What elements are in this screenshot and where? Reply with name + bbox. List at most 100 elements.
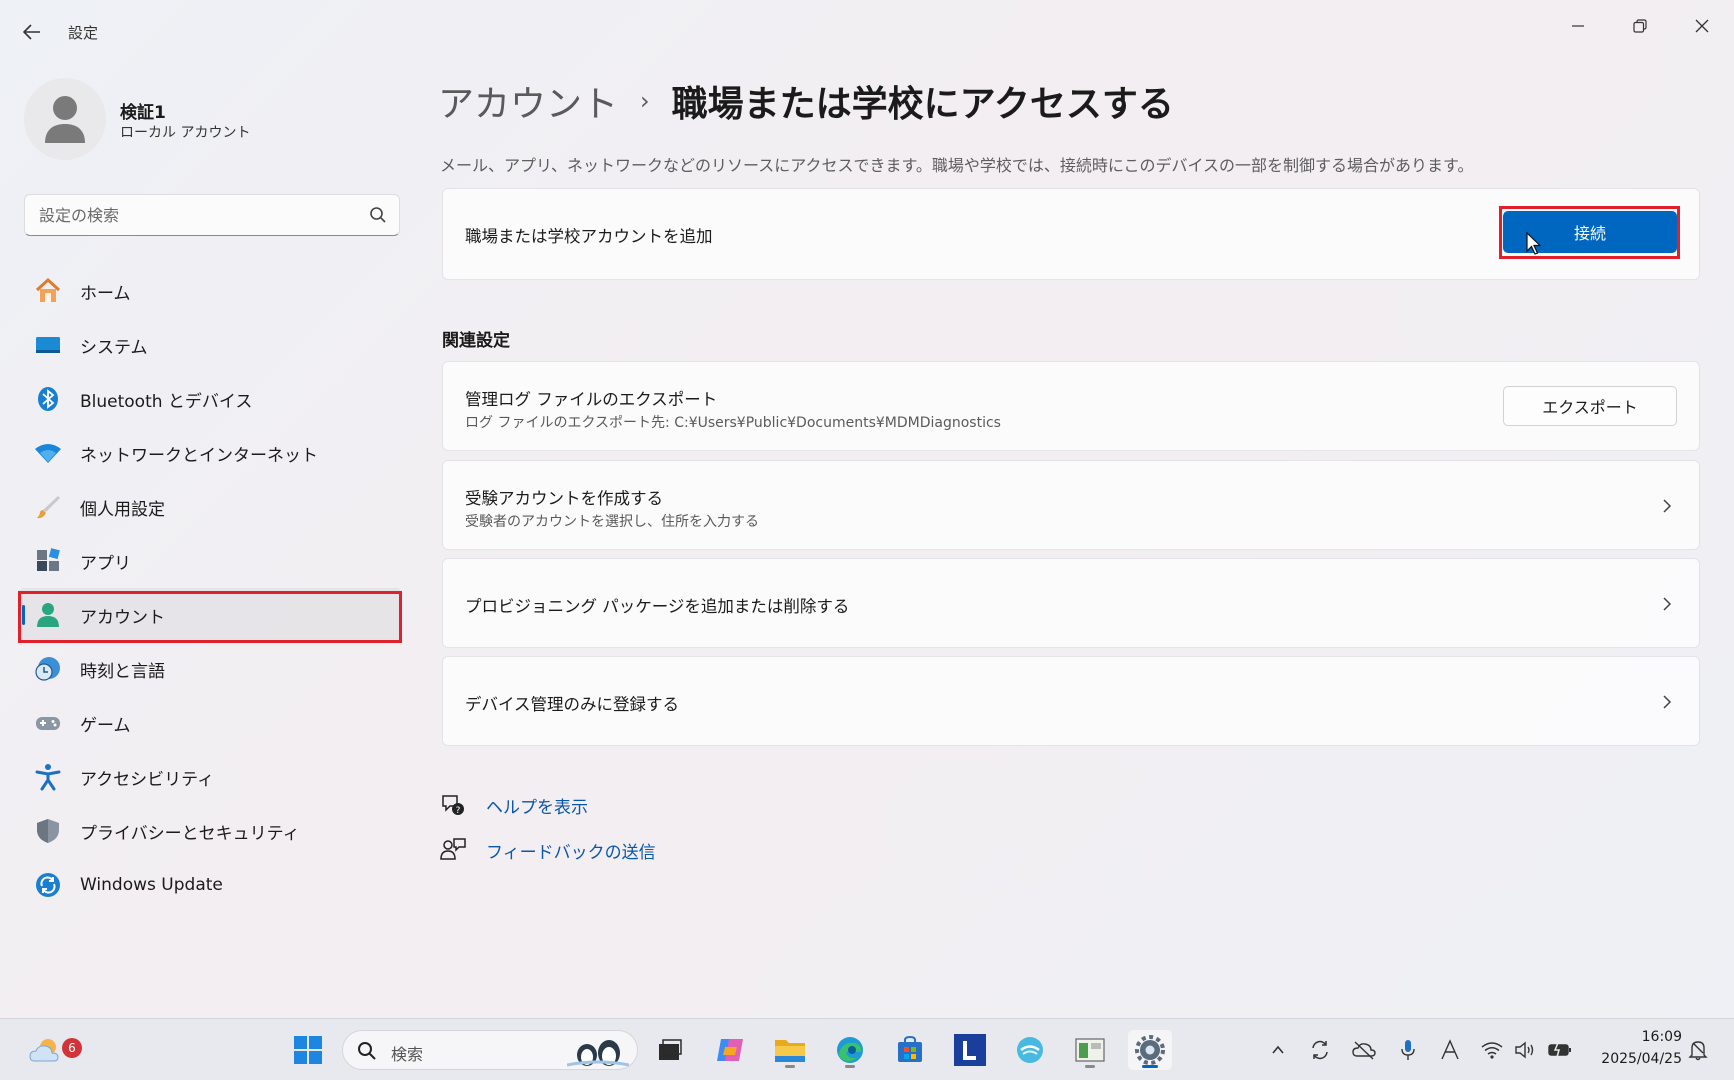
notification-bell-icon <box>1688 1041 1708 1061</box>
sidebar-item-network[interactable]: ネットワークとインターネット <box>18 426 402 480</box>
sidebar-item-windows-update[interactable]: Windows Update <box>18 858 402 912</box>
minimize-button[interactable] <box>1554 8 1602 44</box>
onedrive-tray-button[interactable] <box>1352 1038 1376 1062</box>
microphone-tray-button[interactable] <box>1396 1038 1420 1062</box>
apps-icon <box>34 547 62 575</box>
search-icon[interactable] <box>369 206 387 224</box>
help-link-label[interactable]: ヘルプを表示 <box>486 793 588 818</box>
sidebar-item-label: アプリ <box>80 553 131 574</box>
speaker-icon <box>1515 1041 1534 1059</box>
accessibility-icon <box>34 763 62 791</box>
task-view-icon <box>659 1039 682 1060</box>
running-indicator <box>1085 1065 1095 1068</box>
sidebar-item-bluetooth[interactable]: Bluetooth とデバイス <box>18 372 402 426</box>
start-button[interactable] <box>288 1030 328 1070</box>
related-settings-heading: 関連設定 <box>442 331 510 351</box>
restore-button[interactable] <box>1616 8 1664 44</box>
copilot-button[interactable] <box>710 1030 750 1070</box>
sidebar-item-personalization[interactable]: 個人用設定 <box>18 480 402 534</box>
search-highlight-penguins-icon <box>567 1040 629 1067</box>
person-icon <box>34 601 62 629</box>
close-icon <box>1695 19 1709 33</box>
round-app-button[interactable] <box>1010 1030 1050 1070</box>
feedback-icon <box>440 838 466 860</box>
weather-cloud-icon <box>29 1039 59 1062</box>
sidebar-item-system[interactable]: システム <box>18 318 402 372</box>
user-profile[interactable]: 検証1 ローカル アカウント <box>24 78 384 160</box>
back-arrow-icon <box>23 24 40 40</box>
wifi-icon <box>34 439 62 467</box>
remote-window-icon <box>1075 1038 1105 1062</box>
l-app-button[interactable] <box>950 1030 990 1070</box>
sidebar-item-label: 時刻と言語 <box>80 661 165 682</box>
sidebar-item-accounts[interactable]: アカウント <box>18 588 402 642</box>
file-explorer-button[interactable] <box>770 1030 810 1070</box>
chevron-right-icon <box>1663 597 1672 611</box>
task-view-button[interactable] <box>650 1030 690 1070</box>
sidebar-item-accessibility[interactable]: アクセシビリティ <box>18 750 402 804</box>
person-avatar-icon <box>45 96 85 143</box>
sidebar-item-label: ネットワークとインターネット <box>80 445 318 466</box>
sidebar-item-label: ゲーム <box>80 715 131 736</box>
close-button[interactable] <box>1678 8 1726 44</box>
avatar <box>24 78 106 160</box>
folder-icon <box>775 1040 805 1062</box>
back-button[interactable] <box>18 18 46 46</box>
sidebar-item-label: 個人用設定 <box>80 499 165 520</box>
clock-time[interactable]: 16:09 <box>1642 1029 1682 1045</box>
chevron-up-icon <box>1272 1045 1284 1054</box>
device-management-title: デバイス管理のみに登録する <box>465 695 680 714</box>
help-link[interactable]: ? ヘルプを表示 <box>440 792 588 818</box>
show-hidden-icons-button[interactable] <box>1266 1038 1290 1062</box>
feedback-link-label[interactable]: フィードバックの送信 <box>486 838 656 863</box>
sidebar-item-label: Bluetooth とデバイス <box>80 391 253 412</box>
sidebar-item-apps[interactable]: アプリ <box>18 534 402 588</box>
network-tray-button[interactable] <box>1480 1038 1504 1062</box>
restore-icon <box>1633 19 1647 33</box>
input-indicator-button[interactable] <box>1438 1038 1462 1062</box>
sync-tray-button[interactable] <box>1308 1038 1332 1062</box>
taskbar-search[interactable]: 検索 <box>342 1030 638 1070</box>
battery-tray-button[interactable] <box>1548 1038 1572 1062</box>
add-account-card: 職場または学校アカウントを追加 接続 <box>442 188 1700 280</box>
help-icon: ? <box>442 795 464 816</box>
settings-search[interactable] <box>24 194 400 236</box>
system-icon <box>34 331 62 359</box>
sidebar-item-gaming[interactable]: ゲーム <box>18 696 402 750</box>
export-logs-subtitle: ログ ファイルのエクスポート先: C:¥Users¥Public¥Documen… <box>465 415 1001 431</box>
provisioning-title: プロビジョニング パッケージを追加または削除する <box>465 597 850 616</box>
feedback-link[interactable]: フィードバックの送信 <box>440 837 656 863</box>
sidebar-item-privacy[interactable]: プライバシーとセキュリティ <box>18 804 402 858</box>
edge-button[interactable] <box>830 1030 870 1070</box>
page-description: メール、アプリ、ネットワークなどのリソースにアクセスできます。職場や学校では、接… <box>440 156 1474 175</box>
weather-widget[interactable]: 6 <box>22 1030 82 1070</box>
volume-tray-button[interactable] <box>1514 1038 1538 1062</box>
settings-app-button[interactable] <box>1128 1030 1172 1070</box>
provisioning-card[interactable]: プロビジョニング パッケージを追加または削除する <box>442 558 1700 648</box>
device-management-card[interactable]: デバイス管理のみに登録する <box>442 656 1700 746</box>
active-indicator <box>1142 1065 1158 1068</box>
l-app-icon <box>954 1034 986 1066</box>
running-indicator <box>845 1065 855 1068</box>
clock-date[interactable]: 2025/04/25 <box>1601 1051 1682 1067</box>
export-button[interactable]: エクスポート <box>1503 386 1677 426</box>
breadcrumb-parent-link[interactable]: アカウント <box>438 75 618 127</box>
svg-text:?: ? <box>456 806 461 816</box>
mouse-cursor-icon <box>1526 232 1542 255</box>
exam-account-card[interactable]: 受験アカウントを作成する 受験者のアカウントを選択し、住所を入力する <box>442 460 1700 550</box>
sidebar-item-home[interactable]: ホーム <box>18 264 402 318</box>
store-button[interactable] <box>890 1030 930 1070</box>
wifi-icon <box>1481 1042 1503 1059</box>
search-input[interactable] <box>39 203 349 227</box>
time-language-icon <box>34 655 62 683</box>
sidebar-item-time-language[interactable]: 時刻と言語 <box>18 642 402 696</box>
page-title: 職場または学校にアクセスする <box>671 84 1174 125</box>
exam-account-subtitle: 受験者のアカウントを選択し、住所を入力する <box>465 514 759 530</box>
gear-icon <box>1135 1035 1165 1065</box>
store-icon <box>898 1035 922 1062</box>
notification-button[interactable] <box>1686 1038 1710 1062</box>
window-title: 設定 <box>68 24 99 42</box>
sidebar-item-label: ホーム <box>80 283 131 304</box>
remote-desktop-button[interactable] <box>1070 1030 1110 1070</box>
ime-a-icon <box>1441 1039 1459 1060</box>
